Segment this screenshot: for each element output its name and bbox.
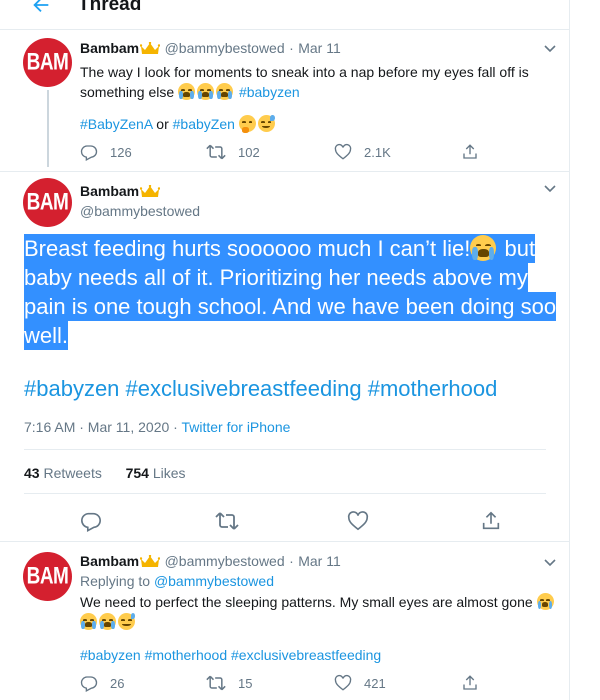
hashtag-link[interactable]: #babyZen: [173, 116, 235, 132]
header-divider: [0, 29, 570, 30]
page-title: Thread: [78, 0, 142, 15]
share-button[interactable]: [480, 510, 502, 532]
loudly-crying-face-icon: [216, 83, 234, 100]
loudly-crying-face-icon: [197, 83, 215, 100]
display-name[interactable]: Bambam: [80, 40, 139, 56]
hashtag-link[interactable]: #babyzen: [80, 647, 141, 663]
share-icon: [482, 511, 500, 530]
tweet-timestamp-row: 7:16 AM · Mar 11, 2020 · Twitter for iPh…: [24, 419, 291, 435]
display-name[interactable]: Bambam: [80, 553, 139, 569]
hashtag-link[interactable]: #motherhood: [368, 376, 498, 401]
meta-divider: [24, 449, 546, 450]
hashtag-link[interactable]: #motherhood: [145, 647, 228, 663]
tweet-2-name-row: Bambam: [80, 183, 161, 201]
chevron-down-icon[interactable]: [544, 558, 556, 568]
reply-button[interactable]: [80, 510, 102, 532]
mention-link[interactable]: @bammybestowed: [154, 573, 274, 589]
display-name[interactable]: Bambam: [80, 183, 139, 199]
avatar[interactable]: BAM: [23, 178, 72, 227]
tweet-3-hashtags: #babyzen #motherhood #exclusivebreastfee…: [80, 645, 560, 665]
reply-icon: [81, 512, 101, 532]
reply-button[interactable]: 126: [80, 143, 132, 161]
share-button[interactable]: [461, 143, 479, 161]
tweet-2-text: Breast feeding hurts soooooo much I can’…: [24, 234, 564, 350]
hashtag-link[interactable]: #babyzen: [239, 84, 300, 100]
retweet-button[interactable]: 102: [206, 143, 260, 161]
reply-icon: [80, 145, 98, 161]
share-button[interactable]: [461, 674, 479, 692]
hashtag-link[interactable]: #exclusivebreastfeeding: [231, 647, 381, 663]
tweet-1-tags-line: #BabyZenA or #babyZen: [80, 114, 560, 134]
back-button[interactable]: [30, 0, 52, 16]
retweets-stat[interactable]: 43 Retweets: [24, 465, 102, 481]
grinning-sweat-face-icon: [257, 115, 275, 132]
tweet-emoji-line: [80, 612, 560, 632]
retweet-icon: [206, 144, 226, 160]
handle[interactable]: @bammybestowed: [165, 553, 285, 569]
share-icon: [463, 144, 477, 159]
loudly-crying-face-icon: [178, 83, 196, 100]
retweet-button[interactable]: [215, 510, 239, 532]
like-button[interactable]: 2.1K: [334, 143, 391, 161]
hashtag-link[interactable]: #exclusivebreastfeeding: [126, 376, 362, 401]
crown-icon: [140, 185, 161, 197]
tweet-text-line: something else #babyzen: [80, 83, 300, 100]
avatar[interactable]: BAM: [23, 552, 72, 601]
arrow-left-icon: [33, 0, 49, 13]
reply-button[interactable]: 26: [80, 674, 124, 692]
replying-to: Replying to @bammybestowed: [80, 573, 274, 589]
heart-icon: [334, 143, 352, 160]
heart-icon: [334, 674, 352, 691]
thread-header: Thread: [0, 0, 570, 24]
tweet-1-header: Bambam @bammybestowed · Mar 11: [80, 40, 341, 58]
retweet-button[interactable]: 15: [206, 674, 252, 692]
tweet-3-header: Bambam @bammybestowed · Mar 11: [80, 553, 341, 569]
tweet-3-text: We need to perfect the sleeping patterns…: [80, 592, 560, 632]
separator-dot: ·: [289, 40, 294, 56]
tweet-1-text: The way I look for moments to sneak into…: [80, 62, 560, 102]
thread-connector-line: [47, 90, 49, 167]
handle[interactable]: @bammybestowed: [80, 203, 200, 219]
loudly-crying-face-icon: [470, 235, 497, 261]
like-button[interactable]: 421: [334, 674, 386, 692]
thinking-face-icon: [238, 115, 256, 133]
handle[interactable]: @bammybestowed: [165, 40, 285, 56]
loudly-crying-face-icon: [80, 613, 97, 630]
loudly-crying-face-icon: [536, 593, 554, 610]
avatar[interactable]: BAM: [23, 38, 72, 87]
stats-divider: [24, 493, 546, 494]
heart-icon: [347, 511, 369, 531]
hashtag-link[interactable]: #babyzen: [24, 376, 119, 401]
hashtag-link[interactable]: #BabyZenA: [80, 116, 152, 132]
chevron-down-icon[interactable]: [544, 44, 556, 54]
source-link[interactable]: Twitter for iPhone: [181, 419, 290, 435]
reply-icon: [80, 676, 98, 692]
tweet-2-hashtags: #babyzen #exclusivebreastfeeding #mother…: [24, 376, 497, 402]
tweet-text-line: We need to perfect the sleeping patterns…: [80, 592, 560, 612]
tweet-timestamp[interactable]: 7:16 AM · Mar 11, 2020: [24, 419, 169, 435]
share-icon: [463, 675, 477, 690]
tweet-divider: [0, 541, 570, 542]
grinning-sweat-face-icon: [118, 613, 135, 630]
like-button[interactable]: [347, 510, 369, 532]
chevron-down-icon[interactable]: [544, 184, 556, 194]
retweet-icon: [206, 675, 226, 691]
retweet-icon: [215, 512, 239, 530]
tweet-text-line: The way I look for moments to sneak into…: [80, 64, 529, 80]
crown-icon: [140, 555, 161, 567]
tweet-divider: [0, 171, 570, 172]
loudly-crying-face-icon: [99, 613, 116, 630]
crown-icon: [140, 42, 161, 54]
tweet-date[interactable]: Mar 11: [298, 40, 341, 56]
likes-stat[interactable]: 754 Likes: [126, 465, 186, 481]
selected-text: Breast feeding hurts soooooo much I can’…: [24, 234, 557, 350]
tweet-date[interactable]: Mar 11: [298, 553, 341, 569]
tweet-stats: 43 Retweets 754 Likes: [24, 465, 186, 481]
